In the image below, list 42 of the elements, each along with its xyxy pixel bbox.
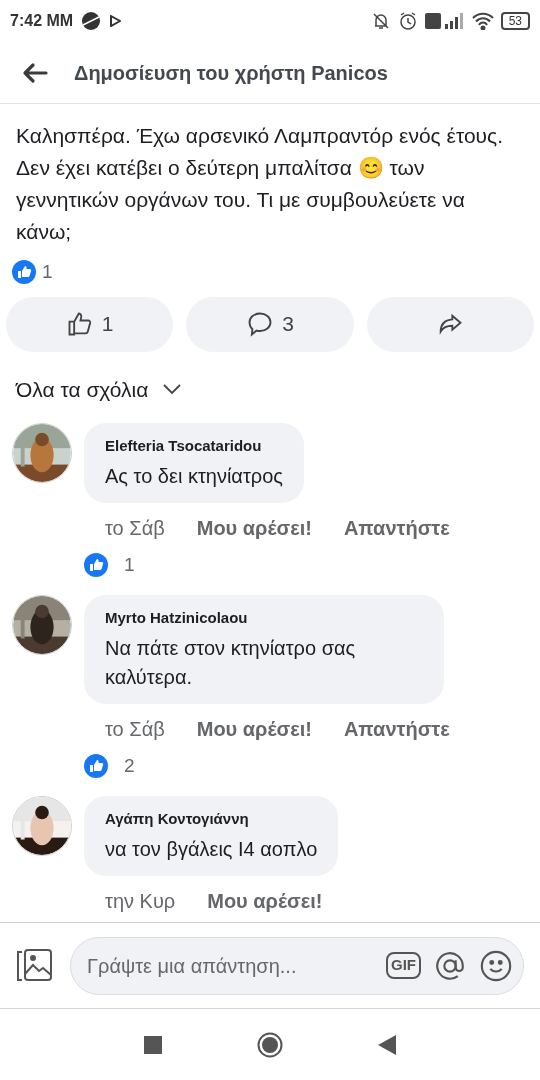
comment-time: την Κυρ	[105, 888, 176, 914]
alarm-icon	[397, 11, 418, 31]
page-title: Δημοσίευση του χρήστη Panicos	[74, 60, 388, 86]
volte-signal-icon	[424, 12, 465, 30]
comment-button[interactable]: 3	[186, 296, 354, 352]
like-link[interactable]: Μου αρέσει!	[207, 885, 323, 916]
reaction-count: 1	[42, 260, 53, 284]
back-icon[interactable]	[378, 1034, 396, 1055]
comment-author[interactable]: Αγάπη Κοντογιάννη	[105, 808, 318, 831]
home-icon[interactable]	[257, 1031, 283, 1058]
comment-text: Να πάτε στον κτηνίατρο σας καλύτερα.	[105, 635, 357, 690]
reply-link[interactable]: Απαντήστε	[343, 512, 450, 543]
wifi-icon	[471, 12, 494, 30]
post-text: Καλησπέρα. Έχω αρσενικό Λαμπραντόρ ενός έτους. Δεν έχει κατέβει ο δεύτερη μπαλίτσα 😊 των γεννητικών οργάνων του. Τι με συμβουλεύετε να κάνω;	[15, 123, 505, 245]
recents-icon[interactable]	[144, 1035, 162, 1054]
like-link[interactable]: Μου αρέσει!	[196, 512, 312, 543]
like-reaction-icon	[12, 260, 36, 285]
smiley-icon[interactable]	[479, 948, 513, 983]
comment-time: το Σάβ	[105, 716, 165, 742]
comment-text: Ας το δει κτηνίατρος	[105, 463, 283, 489]
like-link[interactable]: Μου αρέσει!	[196, 713, 312, 744]
planet-icon	[81, 11, 102, 31]
comment-text: να τον βγάλεις Ι4 αοπλο	[105, 836, 318, 862]
reaction-count: 2	[124, 753, 135, 778]
play-icon	[109, 15, 122, 27]
reply-input-field[interactable]: Γράψτε μια απάντηση... GIF	[70, 936, 524, 995]
reply-link[interactable]: Απαντήστε	[343, 713, 450, 744]
comment-author[interactable]: Myrto Hatzinicolaou	[105, 607, 423, 630]
photo-gallery-icon[interactable]	[16, 947, 54, 984]
comment-filter-dropdown[interactable]: Όλα τα σχόλια	[0, 373, 199, 405]
chevron-down-icon	[162, 383, 183, 396]
status-time: 7:42 MM	[10, 11, 74, 31]
comment-author[interactable]: Elefteria Tsocataridou	[105, 435, 283, 458]
muted-bell-icon	[370, 11, 391, 31]
comment-time: το Σάβ	[105, 515, 165, 541]
gif-button[interactable]: GIF	[386, 952, 421, 979]
reaction-count: 1	[124, 552, 135, 577]
back-arrow-icon[interactable]	[22, 61, 48, 84]
battery-indicator: 53	[500, 12, 530, 30]
like-reaction-icon	[84, 753, 108, 778]
like-button[interactable]: 1	[6, 296, 174, 352]
like-reaction-icon	[84, 552, 108, 577]
